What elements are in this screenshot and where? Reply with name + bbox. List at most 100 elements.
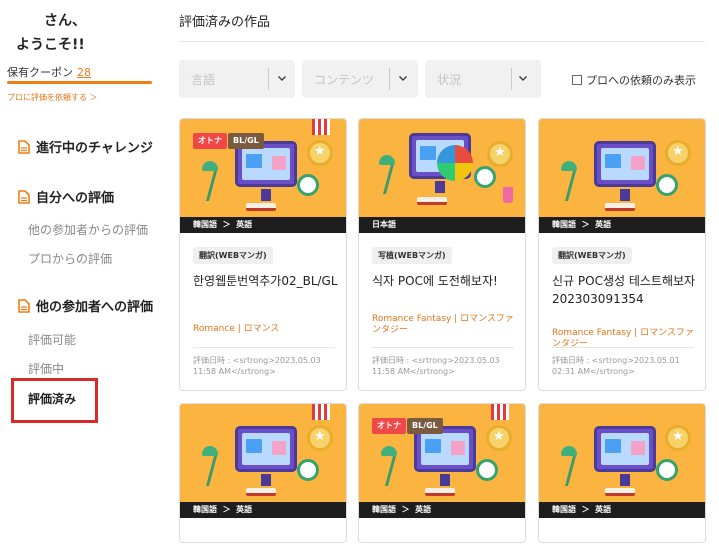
nav-item-from-pros[interactable]: プロからの評価 — [28, 250, 112, 267]
nav-item-in-progress[interactable]: 評価中 — [28, 360, 64, 377]
nav-item-available[interactable]: 評価可能 — [28, 331, 76, 348]
bl-gl-badge: BL/GL — [228, 133, 264, 149]
monitor-stand — [620, 474, 630, 486]
ribbon-icon — [312, 119, 330, 135]
chevron-right-icon: ＞ — [401, 505, 410, 514]
medal-icon — [307, 425, 333, 451]
filter-separator — [389, 68, 390, 90]
chevron-right-icon: ＞ — [581, 220, 590, 229]
chevron-right-icon: ＞ — [222, 505, 231, 514]
divider — [193, 347, 335, 348]
work-card[interactable]: 日本語 写植(WEBマンガ) 식자 POC에 도전해보자! Romance Fa… — [358, 118, 526, 391]
greeting-welcome: ようこそ!! — [16, 37, 85, 53]
filter-placeholder: 言語 — [191, 73, 216, 87]
coupon-count-link[interactable]: 28 — [77, 66, 91, 79]
lamp-head — [381, 446, 397, 456]
nav-section-label: 他の参加者への評価 — [36, 300, 154, 315]
monitor-illustration — [594, 426, 656, 472]
lang-to: 英語 — [236, 220, 253, 229]
lamp-head — [561, 446, 577, 456]
lamp-head — [202, 161, 218, 171]
chevron-right-icon: ＞ — [222, 220, 231, 229]
coupon-label: 保有クーポン — [7, 66, 73, 79]
card-thumbnail — [539, 119, 705, 217]
document-icon — [18, 139, 30, 154]
ribbon-icon — [491, 404, 509, 420]
lamp-illustration — [205, 171, 233, 201]
request-pro-link[interactable]: プロに評価を依頼する ＞ — [7, 92, 98, 103]
card-thumbnail — [359, 119, 525, 217]
lamp-head — [202, 446, 218, 456]
work-card[interactable]: 韓国語 ＞ 英語 翻訳(WEBマンガ) 신규 POC생성 테스트해보자 2023… — [538, 118, 706, 391]
language-pair: 韓国語 ＞ 英語 — [539, 502, 705, 518]
clock-illustration — [297, 459, 319, 481]
chevron-down-icon — [277, 75, 287, 82]
divider — [179, 41, 705, 42]
status-filter-select[interactable]: 状況 — [425, 60, 541, 98]
evaluation-date: 評価日時 : <srtrong>2023.05.03 11:58 AM</srt… — [372, 356, 500, 376]
category-tag: 翻訳(WEBマンガ) — [552, 247, 632, 264]
filter-placeholder: 状況 — [437, 73, 462, 87]
lang-from: 日本語 — [372, 220, 396, 229]
lamp-illustration — [205, 456, 233, 486]
work-card[interactable]: オトナ BL/GL 韓国語 ＞ 英語 — [358, 403, 526, 543]
lamp-head — [561, 161, 577, 171]
medal-icon — [487, 141, 513, 167]
medal-icon — [665, 425, 691, 451]
adult-badge: オトナ — [193, 133, 227, 149]
filter-separator — [511, 68, 512, 90]
chevron-down-icon — [518, 75, 528, 82]
language-pair: 韓国語 ＞ 英語 — [180, 217, 346, 233]
nav-section-my-evaluations[interactable]: 自分への評価 — [18, 187, 114, 206]
nav-section-label: 自分への評価 — [36, 191, 115, 206]
active-item-highlight — [11, 378, 98, 423]
content-filter-select[interactable]: コンテンツ — [302, 60, 418, 98]
work-card[interactable]: 韓国語 ＞ 英語 — [538, 403, 706, 543]
lang-to: 英語 — [595, 220, 612, 229]
lamp-illustration — [382, 164, 410, 194]
language-filter-select[interactable]: 言語 — [179, 60, 295, 98]
nav-section-challenges[interactable]: 進行中のチャレンジ — [18, 137, 153, 156]
lamp-illustration — [564, 456, 592, 486]
nav-item-from-participants[interactable]: 他の参加者からの評価 — [28, 221, 148, 238]
lang-from: 韓国語 — [552, 220, 576, 229]
monitor-stand — [435, 181, 445, 193]
coupon-info: 保有クーポン 28 — [7, 64, 91, 80]
language-pair: 韓国語 ＞ 英語 — [359, 502, 525, 518]
evaluation-date: 評価日時 : <srtrong>2023.05.03 11:58 AM</srt… — [193, 356, 321, 376]
card-title: 한영웹툰번역추가02_BL/GL — [193, 274, 338, 288]
adult-badge: オトナ — [372, 418, 406, 434]
monitor-stand — [440, 474, 450, 486]
language-pair: 日本語 — [359, 217, 525, 233]
pro-only-toggle[interactable]: プロへの依頼のみ表示 — [572, 72, 696, 88]
lang-from: 韓国語 — [552, 505, 576, 514]
lamp-illustration — [384, 456, 412, 486]
card-title: 식자 POC에 도전해보자! — [372, 274, 498, 288]
medal-icon — [486, 425, 512, 451]
document-icon — [18, 189, 30, 204]
nav-section-evaluate-others[interactable]: 他の参加者への評価 — [18, 296, 153, 315]
category-tag: 翻訳(WEBマンガ) — [193, 247, 273, 264]
lang-to: 英語 — [415, 505, 432, 514]
checkbox-icon[interactable] — [572, 75, 582, 85]
lang-to: 英語 — [236, 505, 253, 514]
card-title: 신규 POC생성 테스트해보자 20230309135​4 — [552, 274, 696, 306]
card-thumbnail — [180, 404, 346, 502]
lamp-head — [379, 155, 395, 165]
lamp-illustration — [564, 171, 592, 201]
book-illustration — [605, 203, 635, 211]
work-card[interactable]: オトナ BL/GL 韓国語 ＞ 英語 翻訳(WEBマンガ) 한영웹툰번역추가02… — [179, 118, 347, 391]
lang-to: 英語 — [595, 505, 612, 514]
pro-only-label: プロへの依頼のみ表示 — [586, 74, 696, 87]
clock-illustration — [656, 174, 678, 196]
clock-illustration — [476, 459, 498, 481]
page-title: 評価済みの作品 — [179, 15, 271, 30]
work-card[interactable]: 韓国語 ＞ 英語 — [179, 403, 347, 543]
color-wheel-illustration — [437, 145, 473, 181]
monitor-stand — [620, 189, 630, 201]
language-pair: 韓国語 ＞ 英語 — [180, 502, 346, 518]
filter-placeholder: コンテンツ — [314, 73, 375, 87]
monitor-illustration — [594, 141, 656, 187]
medal-icon — [307, 140, 333, 166]
nav-section-label: 進行中のチャレンジ — [36, 141, 153, 156]
